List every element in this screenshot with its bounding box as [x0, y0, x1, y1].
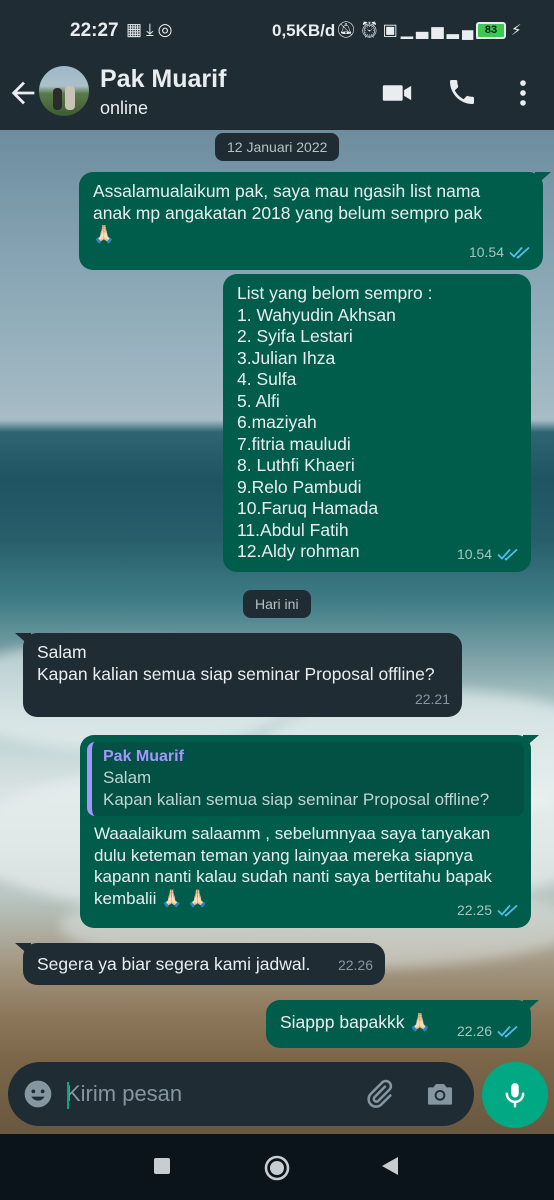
system-nav-bar: [0, 1134, 554, 1200]
message-line: List yang belom sempro :: [237, 283, 433, 303]
message-meta: 22.21: [415, 689, 450, 711]
message-time: 22.26: [456, 1022, 492, 1039]
quoted-message[interactable]: Pak Muarif Salam Kapan kalian semua siap…: [87, 742, 524, 816]
message-time: 22.25: [456, 901, 492, 918]
message-bubble-incoming[interactable]: Segera ya biar segera kami jadwal. 22.26: [15, 943, 385, 985]
phone-icon[interactable]: [446, 76, 480, 110]
video-call-icon[interactable]: [380, 76, 414, 110]
read-ticks-icon: [497, 1026, 518, 1038]
message-bubble-outgoing[interactable]: Pak Muarif Salam Kapan kalian semua siap…: [80, 735, 539, 928]
read-ticks-icon: [497, 549, 518, 561]
message-line: anak mp angakatan 2018 yang belum sempro…: [93, 202, 483, 223]
message-meta: 22.26: [338, 955, 373, 977]
message-line: kembalii 🙏🏻 🙏🏻: [94, 888, 209, 908]
message-time: 10.54: [456, 545, 492, 562]
status-time: 22:27: [70, 20, 119, 41]
alarm-icon: ⏰︎: [359, 22, 383, 39]
message-meta: 10.54: [457, 544, 519, 566]
camera-icon[interactable]: [424, 1078, 456, 1110]
message-time: 22.26: [337, 956, 373, 973]
message-meta: 22.25: [457, 900, 519, 922]
message-line: dulu keteman teman yang lainyaa mereka s…: [94, 845, 473, 865]
battery-icon: 83: [476, 22, 506, 39]
read-ticks-icon: [509, 247, 530, 259]
back-arrow-icon[interactable]: [6, 76, 40, 110]
avatar[interactable]: [39, 66, 89, 116]
home-icon[interactable]: [263, 1154, 291, 1182]
signal-icon: ▁▃▅: [400, 22, 447, 39]
message-meta: 10.54: [469, 242, 531, 264]
status-notification-icons: ▦⤓◎: [126, 20, 176, 40]
message-line: Kapan kalian semua siap seminar Proposal…: [37, 663, 435, 684]
message-line: 2. Syifa Lestari: [237, 326, 353, 346]
mic-icon: [505, 1083, 525, 1108]
message-line: 🙏🏻: [93, 224, 115, 244]
message-line: 4. Sulfa: [237, 369, 297, 389]
message-meta: 22.26: [457, 1021, 519, 1043]
message-line: 7.fitria mauludi: [237, 433, 351, 454]
message-bubble-outgoing[interactable]: List yang belom sempro : 1. Wahyudin Akh…: [223, 274, 531, 572]
quoted-author: Pak Muarif: [103, 748, 184, 765]
charging-icon: ⚡︎: [511, 22, 522, 39]
message-input[interactable]: [66, 1076, 346, 1112]
message-bubble-incoming[interactable]: Salam Kapan kalian semua siap seminar Pr…: [15, 633, 462, 717]
contact-status: online: [100, 98, 149, 118]
message-composer: [8, 1062, 474, 1126]
message-bubble-outgoing[interactable]: Siappp bapakkk 🙏🏻 22.26: [266, 1000, 539, 1048]
quoted-line: Salam: [103, 768, 152, 787]
text-caret: [67, 1082, 69, 1109]
date-chip: 12 Januari 2022: [215, 133, 340, 161]
message-line: 10.Faruq Hamada: [237, 498, 379, 518]
message-line: 9.Relo Pambudi: [237, 476, 362, 497]
message-line: Assalamualaikum pak, saya mau ngasih lis…: [93, 181, 481, 201]
message-line: Segera ya biar segera kami jadwal.: [37, 954, 311, 974]
more-vert-icon[interactable]: [506, 76, 540, 110]
status-net-speed: 0,5KB/d: [272, 21, 336, 40]
grid-icon: ▦: [126, 20, 147, 39]
message-line: 1. Wahyudin Akhsan: [237, 304, 396, 325]
emoji-icon[interactable]: [22, 1078, 54, 1110]
recents-icon[interactable]: [150, 1154, 178, 1182]
chrome-icon: ◎: [157, 20, 177, 39]
attach-icon[interactable]: [363, 1078, 395, 1110]
read-ticks-icon: [497, 905, 518, 917]
message-time: 22.21: [414, 690, 450, 707]
message-line: 8. Luthfi Khaeri: [237, 455, 355, 475]
message-time: 10.54: [468, 243, 504, 260]
mute-icon: 🔕︎: [336, 22, 360, 39]
message-line: 3.Julian Ihza: [237, 347, 336, 368]
chat-header: Pak Muarif online: [0, 60, 554, 130]
quoted-line: Kapan kalian semua siap seminar Proposal…: [103, 790, 490, 809]
message-bubble-outgoing[interactable]: Assalamualaikum pak, saya mau ngasih lis…: [79, 172, 551, 270]
mic-button[interactable]: [482, 1062, 548, 1128]
back-icon[interactable]: [378, 1154, 406, 1182]
message-line: kapann nanti kalau sudah nanti saya bert…: [94, 867, 492, 886]
download-icon: ⤓: [146, 20, 158, 39]
contact-name[interactable]: Pak Muarif: [100, 65, 226, 94]
message-line: Waaalaikum salaamm , sebelumnyaa saya ta…: [94, 824, 491, 843]
message-line: 11.Abdul Fatih: [237, 519, 349, 540]
volte-icon: ▣: [382, 22, 401, 39]
status-system-icons: 🔕︎⏰︎▣▁▃▅▂▄▆: [336, 20, 492, 40]
date-chip: Hari ini: [243, 590, 311, 618]
status-bar: 22:27 ▦⤓◎ 0,5KB/d 🔕︎⏰︎▣▁▃▅▂▄▆ 83 ⚡︎: [0, 0, 554, 60]
message-line: 5. Alfi: [237, 390, 280, 411]
message-line: Salam: [37, 642, 87, 662]
message-line: 6.maziyah: [237, 412, 317, 432]
